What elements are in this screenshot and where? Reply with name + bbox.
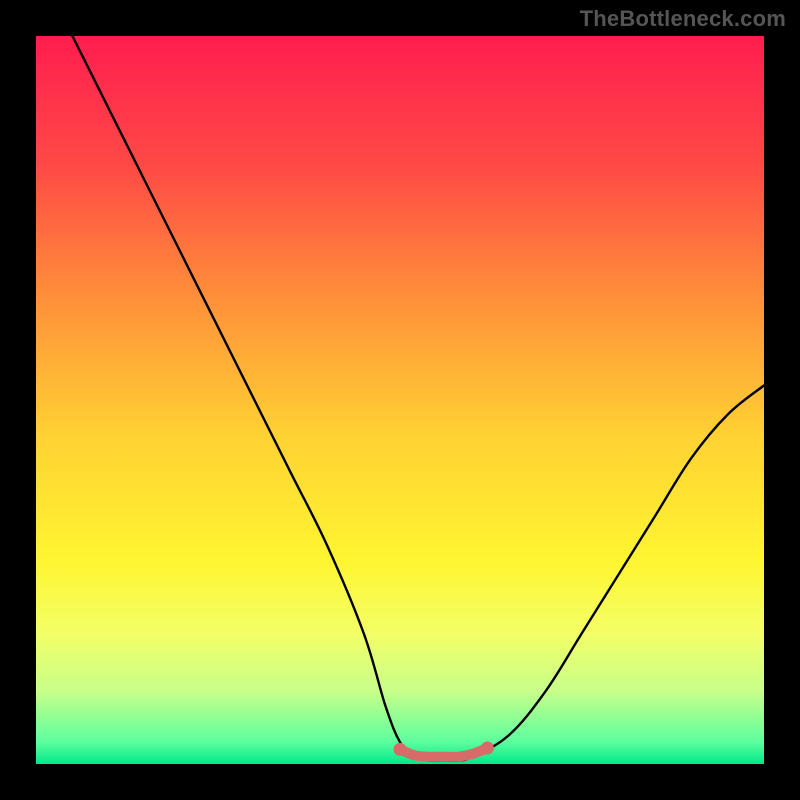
attribution-text: TheBottleneck.com — [580, 6, 786, 32]
chart-frame: TheBottleneck.com — [0, 0, 800, 800]
bottleneck-curve — [72, 36, 764, 761]
plot-area — [36, 36, 764, 764]
optimal-flat-segment — [400, 748, 487, 757]
optimal-endpoint-dot — [394, 743, 407, 756]
curve-layer — [36, 36, 764, 764]
optimal-endpoint-dot — [481, 742, 494, 755]
